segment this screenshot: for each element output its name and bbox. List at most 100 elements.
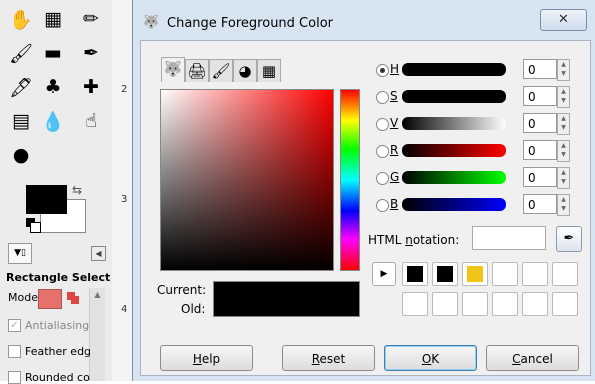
antialiasing-label: Antialiasing [25, 319, 90, 332]
channel-label-h: H [390, 62, 400, 76]
channel-slider-r[interactable] [402, 144, 506, 157]
gimp-selector-tab[interactable]: 🐺 [161, 57, 185, 82]
channel-slider-b[interactable] [402, 198, 506, 211]
dialog-title: Change Foreground Color [167, 16, 333, 31]
channel-slider-v[interactable] [402, 117, 506, 130]
dialog-titlebar[interactable]: 🐺 Change Foreground Color ✕ [133, 0, 595, 40]
channel-radio-g[interactable] [376, 172, 389, 185]
feather-option[interactable]: Feather edg [8, 345, 91, 358]
clone-icon[interactable]: ♣ [40, 74, 66, 100]
rounded-checkbox[interactable] [8, 371, 21, 384]
gimp-selector-icon: 🐺 [163, 60, 183, 78]
channel-radio-b[interactable] [376, 199, 389, 212]
html-notation-input[interactable] [472, 226, 546, 250]
history-swatch[interactable] [492, 292, 518, 316]
antialiasing-option[interactable]: ✓ Antialiasing [8, 319, 89, 332]
ok-key: O [421, 352, 432, 366]
default-colors-icon[interactable] [26, 218, 41, 233]
ink-icon[interactable]: 🖋 [8, 74, 34, 100]
history-swatch[interactable] [492, 262, 518, 286]
channel-label-b: B [390, 197, 399, 211]
cmyk-tab[interactable]: 🖨 [185, 59, 209, 82]
spin-arrows-icon[interactable]: ▲ ▼ [557, 113, 570, 135]
history-swatch[interactable] [522, 292, 548, 316]
tool-options-tab[interactable]: ▼▯ [8, 243, 32, 264]
channel-radio-s[interactable] [376, 91, 389, 104]
airbrush-icon[interactable]: ✒ [78, 40, 104, 66]
channel-slider-s[interactable] [402, 90, 506, 103]
channel-value-b[interactable]: 0 [523, 194, 557, 214]
spin-arrows-icon[interactable]: ▲ ▼ [557, 86, 570, 108]
smudge-icon[interactable]: ☝ [78, 108, 104, 134]
channel-value-h[interactable]: 0 [523, 59, 557, 79]
mode-add-button[interactable] [63, 289, 83, 307]
reset-button[interactable]: Reset [282, 345, 375, 371]
cancel-button[interactable]: Cancel [486, 345, 579, 371]
feather-checkbox[interactable] [8, 345, 21, 358]
feather-label: Feather edg [25, 345, 92, 358]
pencil-icon[interactable]: ✏ [78, 6, 104, 32]
channel-value-r[interactable]: 0 [523, 140, 557, 160]
close-button[interactable]: ✕ [540, 9, 587, 31]
ok-rest: K [431, 352, 440, 366]
channel-slider-h[interactable] [402, 63, 506, 76]
channel-label-v: V [390, 116, 399, 130]
history-swatch[interactable] [462, 262, 488, 286]
fuzzy-select-icon[interactable]: ✋ [8, 6, 34, 32]
slider-row-g: G 0 ▲ ▼ [369, 167, 585, 191]
channel-radio-r[interactable] [376, 145, 389, 158]
scroll-up-icon[interactable]: ▲ [90, 288, 105, 302]
mode-label: Mode: [8, 291, 42, 304]
history-swatch[interactable] [432, 292, 458, 316]
heal-icon[interactable]: ✚ [78, 74, 104, 100]
gradient-icon[interactable]: ▦ [40, 6, 66, 32]
color-picker-button[interactable]: ✒ [556, 226, 582, 252]
antialiasing-checkbox[interactable]: ✓ [8, 319, 21, 332]
help-button[interactable]: Help [160, 345, 253, 371]
add-to-history-button[interactable]: ▶ [372, 262, 396, 286]
old-label: Old: [181, 302, 206, 316]
ok-button[interactable]: OK [384, 345, 477, 371]
cancel-rest: ancel [520, 352, 553, 366]
history-swatch[interactable] [552, 262, 578, 286]
history-swatch[interactable] [402, 262, 428, 286]
mode-replace-button[interactable] [38, 289, 62, 309]
palette-tab[interactable]: ▦ [257, 59, 281, 82]
dialog-content: 🐺 🖨 🖌 ◕ ▦ Current: Old: H 0 ▲ ▼ S 0 ▲ ▼ V 0 ▲ ▼ R 0 ▲ ▼ G 0 ▲ ▼… [140, 40, 591, 376]
wheel-tab[interactable]: ◕ [233, 59, 257, 82]
saturation-value-area[interactable] [160, 89, 334, 271]
history-swatch[interactable] [522, 262, 548, 286]
dodge-burn-icon[interactable]: ● [8, 142, 34, 168]
channel-radio-v[interactable] [376, 118, 389, 131]
channel-label-s: S [390, 89, 398, 103]
history-swatch[interactable] [552, 292, 578, 316]
swap-colors-icon[interactable]: ⇆ [72, 183, 82, 197]
blur-icon[interactable]: 💧 [40, 108, 66, 134]
history-swatch[interactable] [402, 292, 428, 316]
channel-radio-h[interactable] [376, 64, 389, 77]
history-swatch[interactable] [462, 292, 488, 316]
hue-strip[interactable] [340, 89, 360, 271]
html-label-key: n [405, 233, 413, 247]
channel-value-v[interactable]: 0 [523, 113, 557, 133]
history-swatch[interactable] [432, 262, 458, 286]
perspective-clone-icon[interactable]: ▤ [8, 108, 34, 134]
eraser-icon[interactable]: ▬ [40, 40, 66, 66]
spin-arrows-icon[interactable]: ▲ ▼ [557, 59, 570, 81]
foreground-color-swatch[interactable] [26, 185, 67, 214]
change-foreground-color-dialog: 🐺 Change Foreground Color ✕ 🐺 🖨 🖌 ◕ ▦ Curren… [132, 0, 595, 381]
channel-value-s[interactable]: 0 [523, 86, 557, 106]
channel-slider-g[interactable] [402, 171, 506, 184]
tab-menu-icon[interactable]: ◀ [91, 246, 106, 261]
spin-arrows-icon[interactable]: ▲ ▼ [557, 140, 570, 162]
channel-label-r: R [390, 143, 399, 157]
watercolor-tab[interactable]: 🖌 [209, 59, 233, 82]
channel-value-g[interactable]: 0 [523, 167, 557, 187]
spin-arrows-icon[interactable]: ▲ ▼ [557, 167, 570, 189]
slider-row-h: H 0 ▲ ▼ [369, 59, 585, 83]
spin-arrows-icon[interactable]: ▲ ▼ [557, 194, 570, 216]
wheel-icon: ◕ [238, 62, 252, 80]
rounded-option[interactable]: Rounded co [8, 371, 90, 384]
options-scrollbar[interactable]: ▲ [89, 288, 105, 381]
paintbrush-icon[interactable]: 🖌 [8, 40, 34, 66]
